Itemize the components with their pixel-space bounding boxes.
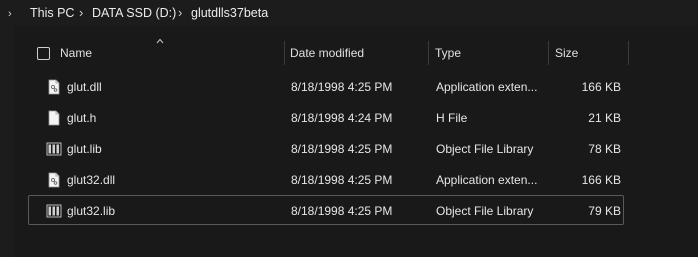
file-date-modified: 8/18/1998 4:25 PM [291, 204, 393, 218]
file-row[interactable]: glut32.dll 8/18/1998 4:25 PM Application… [28, 164, 624, 194]
file-name: glut.lib [67, 142, 102, 156]
column-header-row: Name Date modified Type Size [28, 40, 630, 66]
chevron-right-icon[interactable]: › [8, 8, 12, 20]
select-all-checkbox[interactable] [37, 47, 50, 60]
file-row[interactable]: glut.lib 8/18/1998 4:25 PM Object File L… [28, 133, 624, 163]
file-name: glut.h [67, 111, 97, 125]
column-divider[interactable] [284, 41, 285, 65]
column-header-name[interactable]: Name [60, 46, 92, 60]
dll-file-icon [46, 172, 62, 188]
breadcrumb-item-this-pc[interactable]: This PC [30, 6, 74, 20]
column-divider[interactable] [548, 41, 549, 65]
navigation-pane-edge [0, 26, 14, 257]
file-size: 21 KB [588, 111, 621, 125]
file-row[interactable]: glut.dll 8/18/1998 4:25 PM Application e… [28, 71, 624, 101]
breadcrumb-item-folder[interactable]: glutdlls37beta [191, 6, 268, 20]
file-date-modified: 8/18/1998 4:25 PM [291, 80, 393, 94]
file-size: 166 KB [581, 80, 621, 94]
file-date-modified: 8/18/1998 4:25 PM [291, 173, 393, 187]
library-file-icon [46, 203, 62, 219]
library-file-icon [46, 141, 62, 157]
file-size: 79 KB [588, 204, 621, 218]
file-name: glut32.lib [67, 204, 116, 218]
file-type: Object File Library [436, 204, 534, 218]
chevron-right-icon[interactable]: › [178, 5, 182, 20]
column-header-size[interactable]: Size [555, 46, 578, 60]
generic-file-icon [46, 110, 62, 126]
file-size: 78 KB [588, 142, 621, 156]
address-breadcrumb-bar: › This PC › DATA SSD (D:) › glutdlls37be… [0, 0, 698, 26]
column-header-date-modified[interactable]: Date modified [290, 46, 364, 60]
file-name: glut.dll [67, 80, 102, 94]
file-date-modified: 8/18/1998 4:24 PM [291, 111, 393, 125]
file-name: glut32.dll [67, 173, 116, 187]
file-date-modified: 8/18/1998 4:25 PM [291, 142, 393, 156]
file-type: Object File Library [436, 142, 534, 156]
file-type: Application exten... [436, 173, 538, 187]
column-header-type[interactable]: Type [435, 46, 461, 60]
file-row-selected[interactable]: glut32.lib 8/18/1998 4:25 PM Object File… [28, 195, 624, 225]
file-type: Application exten... [436, 80, 538, 94]
file-row[interactable]: glut.h 8/18/1998 4:24 PM H File 21 KB [28, 102, 624, 132]
breadcrumb-item-drive[interactable]: DATA SSD (D:) [92, 6, 176, 20]
file-type: H File [436, 111, 468, 125]
column-divider[interactable] [428, 41, 429, 65]
dll-file-icon [46, 79, 62, 95]
chevron-right-icon[interactable]: › [79, 5, 83, 20]
file-list-pane: Name Date modified Type Size glut.dll 8/… [0, 26, 698, 257]
file-size: 166 KB [581, 173, 621, 187]
column-divider[interactable] [628, 41, 629, 65]
